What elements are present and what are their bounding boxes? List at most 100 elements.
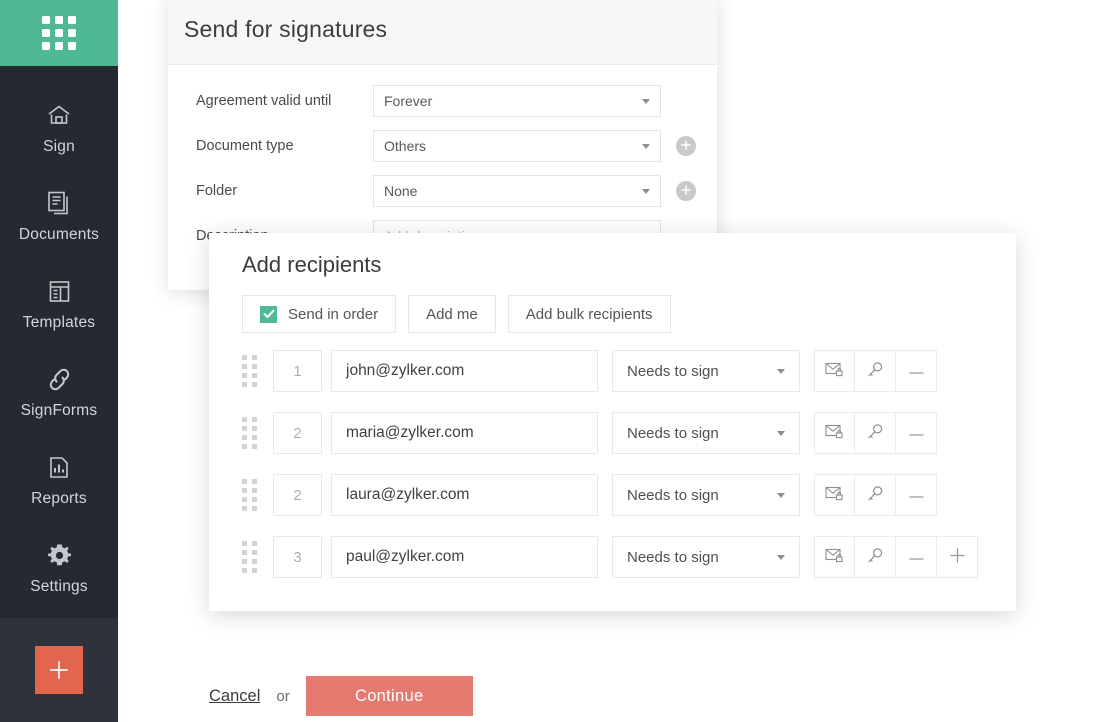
recipient-role-select[interactable]: Needs to sign — [612, 474, 800, 516]
access-code-button[interactable] — [855, 536, 896, 578]
drag-handle-icon[interactable] — [242, 479, 264, 511]
sidebar-item-settings[interactable]: Settings — [0, 524, 118, 612]
add-recipients-panel: Add recipients Send in order Add me Add … — [209, 233, 1016, 611]
recipient-email-input[interactable]: maria@zylker.com — [331, 412, 598, 454]
recipient-actions — [814, 536, 978, 578]
envelope-lock-icon — [825, 423, 844, 443]
add-me-label: Add me — [426, 305, 478, 323]
document-type-select[interactable]: Others — [373, 130, 661, 162]
send-in-order-toggle[interactable]: Send in order — [242, 295, 397, 333]
recipient-email-input[interactable]: paul@zylker.com — [331, 536, 598, 578]
sidebar-item-label: SignForms — [20, 402, 98, 419]
chevron-down-icon — [777, 369, 785, 374]
recipients-toolbar: Send in order Add me Add bulk recipients — [242, 295, 683, 333]
add-folder-button[interactable] — [676, 181, 696, 201]
remove-recipient-button[interactable] — [896, 536, 937, 578]
link-icon — [46, 364, 73, 394]
minus-icon — [908, 364, 925, 379]
plus-icon — [949, 547, 966, 567]
drag-handle-icon[interactable] — [242, 417, 264, 449]
drag-handle-icon[interactable] — [242, 541, 264, 573]
plus-icon — [680, 139, 692, 154]
recipient-order-input[interactable]: 2 — [273, 412, 322, 454]
recipient-order-input[interactable]: 2 — [273, 474, 322, 516]
templates-icon — [47, 276, 72, 306]
recipient-role-value: Needs to sign — [627, 362, 719, 380]
continue-button[interactable]: Continue — [305, 676, 473, 716]
minus-icon — [908, 488, 925, 503]
recipient-row: 1 john@zylker.com Needs to sign — [242, 350, 978, 392]
field-value: Forever — [384, 93, 433, 109]
sidebar-item-sign[interactable]: Sign — [0, 84, 118, 172]
plus-icon — [48, 659, 70, 681]
sidebar-item-templates[interactable]: Templates — [0, 260, 118, 348]
private-message-button[interactable] — [814, 474, 855, 516]
gear-icon — [46, 540, 73, 570]
drag-handle-icon[interactable] — [242, 355, 264, 387]
recipient-email-input[interactable]: john@zylker.com — [331, 350, 598, 392]
sidebar-item-label: Reports — [31, 490, 87, 507]
chart-document-icon — [47, 452, 71, 482]
recipient-order-input[interactable]: 3 — [273, 536, 322, 578]
minus-icon — [908, 550, 925, 565]
private-message-button[interactable] — [814, 412, 855, 454]
sidebar-item-signforms[interactable]: SignForms — [0, 348, 118, 436]
add-bulk-recipients-button[interactable]: Add bulk recipients — [507, 295, 671, 333]
key-icon — [866, 485, 884, 506]
remove-recipient-button[interactable] — [896, 474, 937, 516]
recipient-email-input[interactable]: laura@zylker.com — [331, 474, 598, 516]
send-in-order-label: Send in order — [288, 305, 379, 323]
sidebar-footer — [0, 618, 118, 722]
access-code-button[interactable] — [855, 412, 896, 454]
recipient-role-value: Needs to sign — [627, 548, 719, 566]
create-new-button[interactable] — [35, 646, 83, 694]
chevron-down-icon — [642, 99, 650, 104]
agreement-valid-until-select[interactable]: Forever — [373, 85, 661, 117]
documents-icon — [46, 188, 73, 218]
field-label: Folder — [196, 183, 238, 199]
recipient-role-value: Needs to sign — [627, 424, 719, 442]
access-code-button[interactable] — [855, 474, 896, 516]
form-row-folder: Folder None — [168, 175, 717, 207]
envelope-lock-icon — [825, 485, 844, 505]
key-icon — [866, 361, 884, 382]
add-recipient-button[interactable] — [937, 536, 978, 578]
add-recipients-title: Add recipients — [242, 252, 382, 277]
recipient-order-input[interactable]: 1 — [273, 350, 322, 392]
sidebar-item-documents[interactable]: Documents — [0, 172, 118, 260]
cancel-button[interactable]: Cancel — [209, 687, 260, 706]
remove-recipient-button[interactable] — [896, 412, 937, 454]
add-me-button[interactable]: Add me — [408, 295, 496, 333]
recipient-role-select[interactable]: Needs to sign — [612, 412, 800, 454]
recipient-actions — [814, 412, 937, 454]
sidebar-logo[interactable] — [0, 0, 118, 66]
send-card-header: Send for signatures — [168, 0, 717, 65]
access-code-button[interactable] — [855, 350, 896, 392]
recipient-actions — [814, 474, 937, 516]
recipient-row: 2 maria@zylker.com Needs to sign — [242, 412, 978, 454]
recipient-row: 3 paul@zylker.com Needs to sign — [242, 536, 978, 578]
sidebar-item-label: Settings — [30, 578, 88, 595]
folder-select[interactable]: None — [373, 175, 661, 207]
grid-apps-icon — [42, 16, 76, 50]
private-message-button[interactable] — [814, 350, 855, 392]
form-footer: Cancel or Continue — [209, 676, 473, 716]
recipient-role-select[interactable]: Needs to sign — [612, 536, 800, 578]
add-document-type-button[interactable] — [676, 136, 696, 156]
private-message-button[interactable] — [814, 536, 855, 578]
sidebar-nav: Sign Documents Templates SignForms Repor… — [0, 66, 118, 618]
field-label: Document type — [196, 138, 294, 154]
remove-recipient-button[interactable] — [896, 350, 937, 392]
recipients-list: 1 john@zylker.com Needs to sign 2 maria@… — [242, 350, 978, 598]
recipient-role-select[interactable]: Needs to sign — [612, 350, 800, 392]
or-separator: or — [276, 687, 290, 705]
add-bulk-label: Add bulk recipients — [525, 305, 653, 323]
envelope-lock-icon — [825, 547, 844, 567]
app-root: Sign Documents Templates SignForms Repor… — [0, 0, 1094, 722]
sidebar-item-reports[interactable]: Reports — [0, 436, 118, 524]
page-title: Send for signatures — [184, 15, 388, 42]
recipient-actions — [814, 350, 937, 392]
form-row-document-type: Document type Others — [168, 130, 717, 162]
chevron-down-icon — [777, 431, 785, 436]
envelope-lock-icon — [825, 361, 844, 381]
